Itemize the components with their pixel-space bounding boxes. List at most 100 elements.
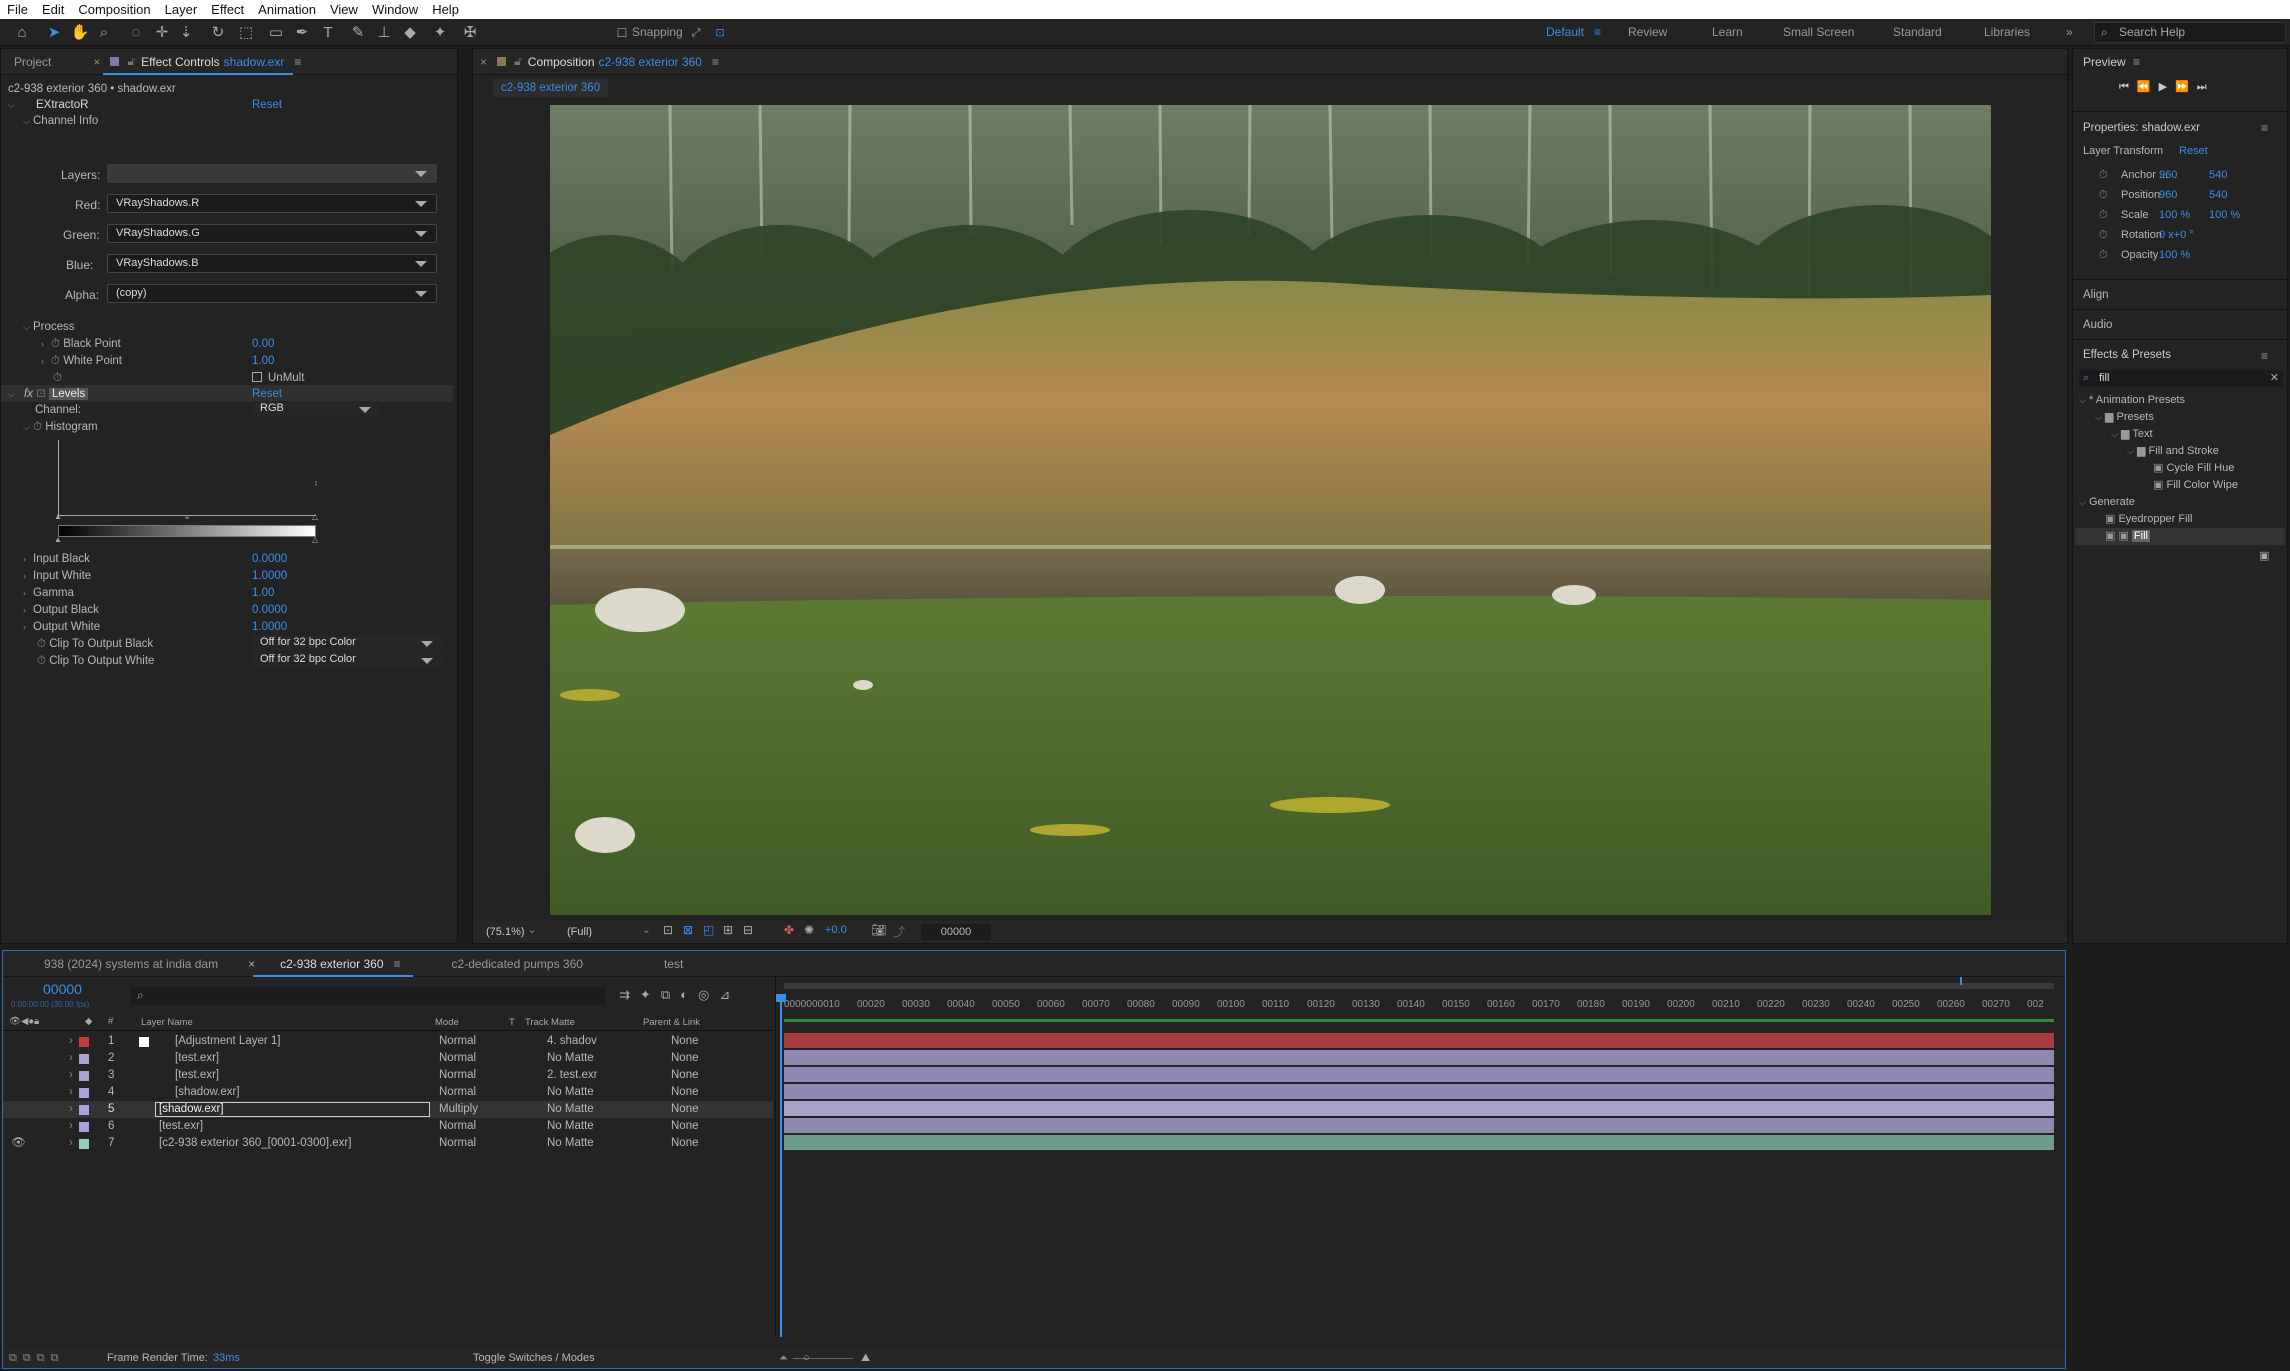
track-matte[interactable]: No Matte [547, 1118, 594, 1135]
time-ruler[interactable]: 00000 00010 00020 00030 00040 00050 00060 00070… [784, 999, 2054, 1011]
parent-link[interactable]: None [671, 1118, 699, 1135]
gamma-value[interactable]: 1.00 [252, 585, 274, 601]
zoom-in-icon[interactable]: ⛰︎ [861, 1349, 870, 1368]
grid-options-icon[interactable]: ⊟ [743, 923, 753, 937]
green-channel-dropdown[interactable]: VRayShadows.G [107, 224, 437, 243]
layer-name[interactable]: [shadow.exr] [159, 1101, 224, 1118]
menu-view[interactable]: View [323, 2, 365, 17]
levels-channel-dropdown[interactable]: RGB [252, 401, 380, 417]
hand-tool-icon[interactable]: ✋ [70, 23, 90, 43]
layer-bar-3[interactable] [784, 1067, 2054, 1082]
track-matte[interactable]: No Matte [547, 1050, 594, 1067]
current-time-field[interactable]: 00000 [921, 924, 991, 940]
clip-output-white-dropdown[interactable]: Off for 32 bpc Color [252, 652, 442, 668]
layer-mode[interactable]: Normal [439, 1084, 476, 1101]
tree-item-fill[interactable]: ▣ ▣ Fill [2075, 528, 2285, 545]
levels-reset-button[interactable]: Reset [252, 386, 282, 402]
layer-name-header[interactable]: Layer Name [141, 1017, 193, 1028]
audio-panel-title[interactable]: Audio [2083, 319, 2112, 331]
hide-shy-layers-icon[interactable]: ⧉ [661, 987, 680, 1002]
mask-visibility-icon[interactable]: ◰ [703, 923, 714, 937]
home-icon[interactable]: ⌂ [12, 23, 32, 43]
tree-item-fill-and-stroke[interactable]: ⌵ ▆ Fill and Stroke [2075, 443, 2285, 460]
gamma-row[interactable]: › Gamma [23, 585, 74, 601]
first-frame-icon[interactable]: ⏮ [2119, 81, 2137, 93]
opacity-value[interactable]: 100 % [2159, 245, 2190, 265]
expand-chevron-icon[interactable]: › [69, 1135, 73, 1152]
color-channels-icon[interactable]: ✤ [784, 923, 794, 937]
magnification-dropdown[interactable]: (75.1%) [486, 923, 536, 939]
frame-blending-icon[interactable]: ◐ [680, 987, 698, 1002]
tab-composition[interactable]: Composition [528, 55, 599, 69]
anchor-point-tool-icon[interactable]: ⬚ [236, 23, 256, 43]
menu-window[interactable]: Window [365, 2, 425, 17]
unmult-checkbox[interactable]: UnMult [252, 370, 304, 386]
region-of-interest-icon[interactable]: ⊡ [663, 923, 673, 937]
tab-comp-dedicated-pumps[interactable]: c2-dedicated pumps 360 [452, 957, 583, 971]
menu-file[interactable]: File [0, 2, 35, 17]
layer-name[interactable]: [test.exr] [159, 1118, 203, 1135]
track-matte[interactable]: No Matte [547, 1135, 594, 1152]
last-frame-icon[interactable]: ⏭ [2197, 81, 2215, 93]
lock-icon[interactable]: 🔓︎ [127, 54, 135, 69]
layer-bar-5[interactable] [784, 1101, 2054, 1116]
dolly-camera-icon[interactable]: ⇣ [176, 23, 196, 43]
parent-link[interactable]: None [671, 1084, 699, 1101]
zoom-tool-icon[interactable]: ⌕ [94, 23, 114, 43]
effect-extractor-header[interactable]: ⌵ EXtractoR [8, 97, 88, 113]
layer-mode[interactable]: Normal [439, 1118, 476, 1135]
layer-name[interactable]: [test.exr] [175, 1067, 219, 1084]
layer-mode[interactable]: Normal [439, 1033, 476, 1050]
zoom-out-icon[interactable]: ⏶ [779, 1349, 788, 1368]
tree-item-presets[interactable]: ⌵ ▆ Presets [2075, 409, 2285, 426]
histogram-row[interactable]: ⌵ ⏱︎ Histogram [23, 419, 98, 435]
position-x[interactable]: 960 [2159, 185, 2177, 205]
tab-comp-938-2024[interactable]: 938 (2024) systems at india dam [44, 957, 218, 971]
type-tool-icon[interactable]: T [318, 23, 338, 43]
layer-bar-4[interactable] [784, 1084, 2054, 1099]
menu-layer[interactable]: Layer [158, 2, 205, 17]
snapping-checkbox-icon[interactable]: ☐ [612, 23, 632, 43]
track-matte[interactable]: No Matte [547, 1101, 594, 1118]
tab-effect-layer[interactable]: shadow.exr [224, 55, 285, 69]
close-icon[interactable]: × [61, 55, 110, 69]
exposure-reset-icon[interactable]: ✺ [804, 923, 814, 937]
output-white-value[interactable]: 1.0000 [252, 619, 287, 635]
label-color[interactable] [79, 1139, 89, 1149]
comp-flow-breadcrumb[interactable]: c2-938 exterior 360 [493, 79, 609, 97]
stopwatch-icon[interactable]: ⏱︎ [53, 370, 62, 386]
panel-menu-icon[interactable]: ≡ [2261, 121, 2268, 135]
layer-name[interactable]: [Adjustment Layer 1] [175, 1033, 280, 1050]
brush-tool-icon[interactable]: ✎ [348, 23, 368, 43]
current-time-indicator[interactable] [780, 997, 782, 1337]
clear-search-icon[interactable]: ✕ [2270, 370, 2279, 387]
draft-3d-icon[interactable]: ✦ [640, 987, 661, 1002]
track-matte[interactable]: 4. shadov [547, 1033, 597, 1050]
output-white-row[interactable]: › Output White [23, 619, 100, 635]
layer-row-2[interactable]: › 2 [test.exr] Normal No Matte None [3, 1050, 773, 1067]
menu-effect[interactable]: Effect [204, 2, 251, 17]
tab-comp-name[interactable]: c2-938 exterior 360 [599, 55, 702, 69]
work-area-end-marker[interactable] [1960, 977, 1962, 985]
work-area-bar[interactable] [784, 983, 2054, 989]
layer-search-input[interactable]: ⌕ [131, 987, 605, 1005]
menu-help[interactable]: Help [425, 2, 466, 17]
clip-output-white-row[interactable]: ⏱︎ Clip To Output White [37, 653, 154, 669]
rotate-tool-icon[interactable]: ↻ [208, 23, 228, 43]
transparency-grid-icon[interactable]: ⊠ [683, 923, 693, 937]
snapshot-icon[interactable]: 📷︎ [871, 923, 886, 937]
tree-item-text[interactable]: ⌵ ▆ Text [2075, 426, 2285, 443]
pan-camera-icon[interactable]: ✛ [152, 23, 172, 43]
composition-viewer[interactable] [550, 105, 1991, 915]
tree-item-generate[interactable]: ⌵ Generate [2075, 494, 2285, 511]
tab-project[interactable]: Project [1, 55, 61, 69]
play-icon[interactable]: ▶ [2159, 81, 2175, 93]
parent-link[interactable]: None [671, 1135, 699, 1152]
toggle-switches-modes[interactable]: Toggle Switches / Modes [473, 1349, 595, 1368]
snap-features-icon[interactable]: ⊡ [710, 23, 730, 43]
new-folder-icon[interactable]: ▣ [2259, 549, 2269, 562]
graph-editor-icon[interactable]: ⊿ [719, 987, 740, 1002]
rectangle-tool-icon[interactable]: ▭ [266, 23, 286, 43]
selection-tool-icon[interactable]: ➤ [44, 23, 64, 43]
parent-link[interactable]: None [671, 1050, 699, 1067]
